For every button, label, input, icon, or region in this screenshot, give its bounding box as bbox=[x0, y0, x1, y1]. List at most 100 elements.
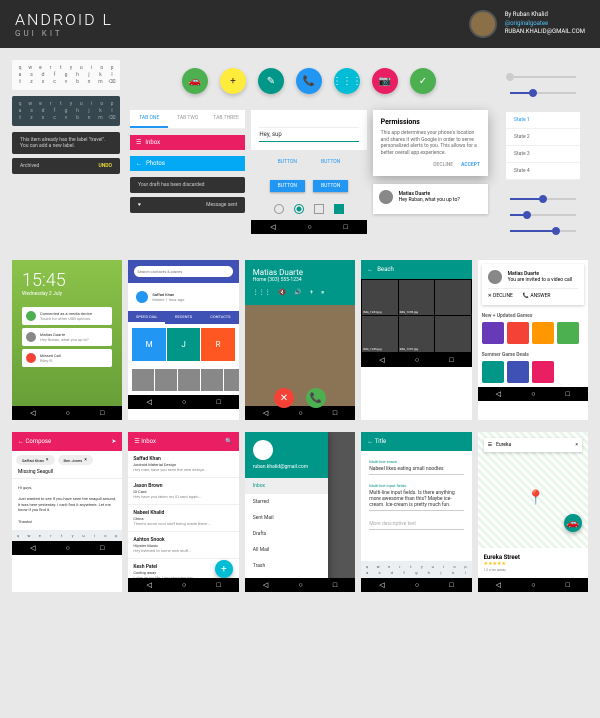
answer-action[interactable]: 📞 ANSWER bbox=[523, 293, 551, 299]
keyboard-dark[interactable]: qwertyuiop asdfghjkl ⇧zxcvbnm⌫ bbox=[12, 96, 120, 126]
lock-notif-call[interactable]: Missed CallRiley B. bbox=[22, 349, 112, 367]
radio-on[interactable] bbox=[294, 204, 304, 214]
keyboard-light[interactable]: qwertyuiop asdfghjkl ⇧zxcvbnm⌫ bbox=[12, 60, 120, 90]
map-search[interactable]: ☰Eureka× bbox=[484, 438, 582, 452]
gallery-item[interactable] bbox=[435, 316, 470, 351]
add-call-icon[interactable]: + bbox=[310, 289, 313, 297]
map[interactable]: ☰Eureka× 📍 🚗 Eureka Street ★★★★★ 12 min … bbox=[478, 432, 588, 578]
back-icon[interactable]: ← bbox=[18, 438, 24, 445]
directions-fab[interactable]: 🚗 bbox=[564, 514, 582, 532]
end-call[interactable]: ✕ bbox=[274, 388, 294, 408]
dialog-accept[interactable]: ACCEPT bbox=[461, 162, 480, 168]
gallery-item[interactable]: IMG_1234.jpg bbox=[362, 280, 397, 315]
answer-call[interactable]: 📞 bbox=[306, 388, 326, 408]
nav-back[interactable]: ◁ bbox=[270, 223, 275, 231]
back-icon[interactable]: ← bbox=[367, 266, 373, 273]
slider-empty[interactable] bbox=[510, 76, 576, 78]
tab-three[interactable]: TAB THREE bbox=[207, 110, 245, 128]
tab-recents[interactable]: RECENTS bbox=[165, 311, 202, 324]
nav-recent[interactable]: □ bbox=[343, 223, 347, 231]
undo-action[interactable]: UNDO bbox=[98, 163, 112, 169]
state-3[interactable]: State 3 bbox=[506, 146, 580, 163]
decline-action[interactable]: ✕ DECLINE bbox=[488, 293, 513, 299]
drawer-starred[interactable]: Starred bbox=[245, 494, 328, 510]
speed-tile[interactable]: R bbox=[201, 328, 234, 361]
dialpad-icon[interactable]: ⋮⋮⋮ bbox=[253, 289, 271, 297]
checkbox-off[interactable] bbox=[314, 204, 324, 214]
gallery-item[interactable]: IMG_1236.jpg bbox=[362, 316, 397, 351]
drawer-inbox[interactable]: Inbox bbox=[245, 478, 328, 494]
gallery-item[interactable]: IMG_1235.jpg bbox=[399, 280, 434, 315]
form-input-1[interactable]: Nabeel likes eating small noodles bbox=[369, 464, 463, 475]
menu-icon[interactable]: ☰ bbox=[134, 438, 139, 445]
slider-2[interactable] bbox=[510, 198, 576, 200]
inbox-item[interactable]: Nabeel KhalidChinaThere's some cool stuf… bbox=[128, 505, 238, 532]
subject-field[interactable]: Missing Seagull bbox=[12, 469, 122, 479]
inbox-item[interactable]: Saffad KhanAndroid Material DesignHey ma… bbox=[128, 451, 238, 478]
fab-dialpad[interactable]: ⋮⋮⋮ bbox=[334, 68, 360, 94]
tab-contacts[interactable]: CONTACTS bbox=[202, 311, 239, 324]
back-icon[interactable]: ← bbox=[136, 160, 142, 167]
state-4[interactable]: State 4 bbox=[506, 163, 580, 180]
checkbox-on[interactable] bbox=[334, 204, 344, 214]
fab-call[interactable]: 📞 bbox=[296, 68, 322, 94]
compose-fab[interactable]: + bbox=[215, 560, 233, 578]
nav-home[interactable]: ○ bbox=[307, 223, 311, 231]
inbox-item[interactable]: Jason BrownID CardHey have you taken my … bbox=[128, 478, 238, 505]
place-card[interactable]: Eureka Street ★★★★★ 12 min away bbox=[478, 548, 588, 578]
drawer-all[interactable]: All Mail bbox=[245, 542, 328, 558]
raised-button[interactable]: BUTTON bbox=[270, 180, 305, 192]
fab-camera[interactable]: 📷 bbox=[372, 68, 398, 94]
recent-contact[interactable]: Saffad KhanMobile 1 hour ago bbox=[132, 287, 234, 307]
back-icon[interactable]: ← bbox=[367, 438, 373, 445]
dialer-search[interactable] bbox=[134, 266, 232, 277]
raised-button-2[interactable]: BUTTON bbox=[313, 180, 348, 192]
text-input[interactable]: Hey, sup bbox=[259, 128, 358, 142]
map-pin-icon[interactable]: 📍 bbox=[527, 490, 544, 506]
search-icon[interactable]: 🔍 bbox=[225, 438, 232, 445]
send-icon[interactable]: ➤ bbox=[111, 438, 116, 445]
flat-button[interactable]: BUTTON bbox=[270, 156, 305, 168]
gallery-item[interactable]: IMG_1237.jpg bbox=[399, 316, 434, 351]
form-input-2[interactable]: Multi-line input fields. Is there anythi… bbox=[369, 488, 463, 511]
tab-two[interactable]: TAB TWO bbox=[168, 110, 206, 128]
recipient-chip[interactable]: Ben Jones× bbox=[58, 455, 93, 465]
radio-off[interactable] bbox=[274, 204, 284, 214]
menu-icon[interactable]: ☰ bbox=[136, 139, 141, 146]
slider-3[interactable] bbox=[510, 214, 576, 216]
inbox-item[interactable]: Ashton SnookHipster MusicHey listened to… bbox=[128, 532, 238, 559]
state-2[interactable]: State 2 bbox=[506, 129, 580, 146]
hold-icon[interactable]: ⏸ bbox=[321, 289, 324, 297]
speaker-icon[interactable]: 🔊 bbox=[294, 289, 301, 297]
form-input-3[interactable]: More descriptive text bbox=[369, 519, 463, 530]
recipient-chip[interactable]: Saffad Khan× bbox=[16, 455, 55, 465]
slider-1[interactable] bbox=[510, 92, 576, 94]
mute-icon[interactable]: 🔇 bbox=[279, 289, 286, 297]
lock-notif-msg[interactable]: Matias DuarteHey Ruban, what you up to? bbox=[22, 328, 112, 346]
tab-speeddial[interactable]: SPEED DIAL bbox=[128, 311, 165, 324]
dialog-decline[interactable]: DECLINE bbox=[433, 162, 453, 168]
fab-directions[interactable]: 🚗 bbox=[182, 68, 208, 94]
flat-button-2[interactable]: BUTTON bbox=[313, 156, 348, 168]
author-handle[interactable]: @originalgoatee bbox=[505, 20, 585, 28]
notification-msg[interactable]: Matias DuarteHey Ruban, what you up to? bbox=[373, 184, 488, 214]
fab-edit[interactable]: ✎ bbox=[258, 68, 284, 94]
drawer-trash[interactable]: Trash bbox=[245, 558, 328, 574]
keyboard-mini[interactable]: qwertyuiop bbox=[12, 530, 122, 541]
speed-tile[interactable]: J bbox=[167, 328, 200, 361]
lock-notif-usb[interactable]: Connected as a media deviceTouch for oth… bbox=[22, 307, 112, 325]
gallery-item[interactable] bbox=[435, 280, 470, 315]
slider-4[interactable] bbox=[510, 230, 576, 232]
speed-tile[interactable]: M bbox=[132, 328, 165, 361]
menu-icon[interactable]: ☰ bbox=[488, 442, 492, 448]
keyboard-mini[interactable]: qwertyuiop asdfghjkl bbox=[361, 561, 471, 578]
drawer-drafts[interactable]: Drafts bbox=[245, 526, 328, 542]
store-tile[interactable] bbox=[482, 322, 504, 344]
clear-icon[interactable]: × bbox=[575, 442, 578, 448]
state-1[interactable]: State 1 bbox=[506, 112, 580, 129]
compose-body[interactable]: Hi guys, Just wanted to see if you have … bbox=[12, 479, 122, 530]
fab-done[interactable]: ✓ bbox=[410, 68, 436, 94]
fab-add[interactable]: + bbox=[220, 68, 246, 94]
tab-one[interactable]: TAB ONE bbox=[130, 110, 168, 128]
drawer-sent[interactable]: Sent Mail bbox=[245, 510, 328, 526]
